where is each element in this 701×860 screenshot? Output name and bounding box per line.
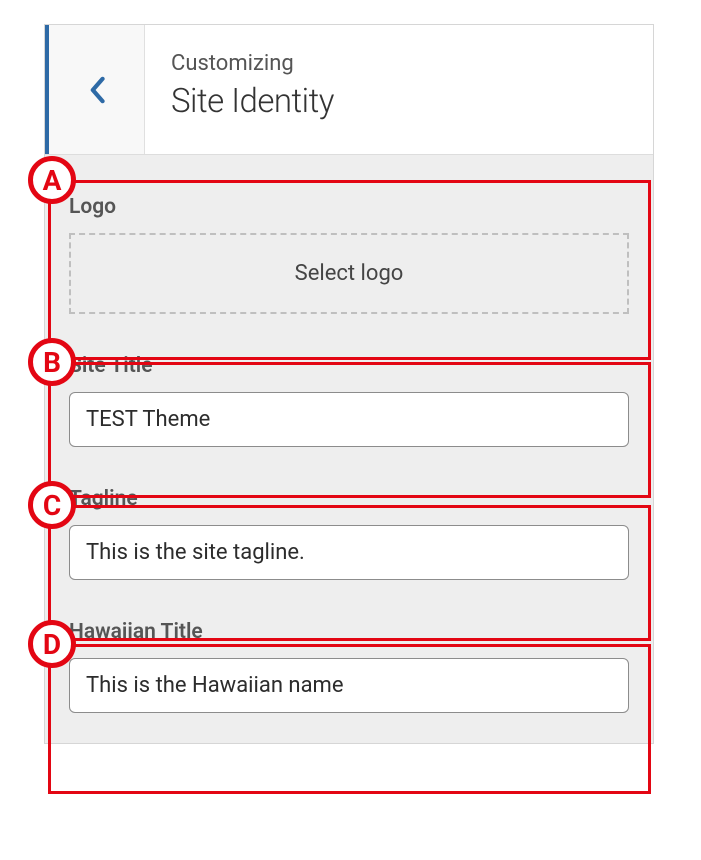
tagline-section: Tagline [45,469,653,602]
tagline-label: Tagline [69,487,629,511]
site-title-input[interactable] [69,392,629,447]
customizer-panel: Customizing Site Identity Logo Select lo… [44,24,654,744]
site-title-section: Site Title [45,336,653,469]
panel-header: Customizing Site Identity [45,25,653,155]
hawaiian-title-section: Hawaiian Title [45,602,653,743]
site-title-label: Site Title [69,354,629,378]
select-logo-button[interactable]: Select logo [69,233,629,314]
section-title: Site Identity [171,82,627,121]
header-text: Customizing Site Identity [145,25,653,154]
context-label: Customizing [171,51,627,76]
chevron-left-icon [88,76,106,104]
hawaiian-title-input[interactable] [69,658,629,713]
logo-label: Logo [69,195,629,219]
tagline-input[interactable] [69,525,629,580]
back-button[interactable] [45,25,145,154]
logo-section: Logo Select logo [45,155,653,336]
hawaiian-title-label: Hawaiian Title [69,620,629,644]
